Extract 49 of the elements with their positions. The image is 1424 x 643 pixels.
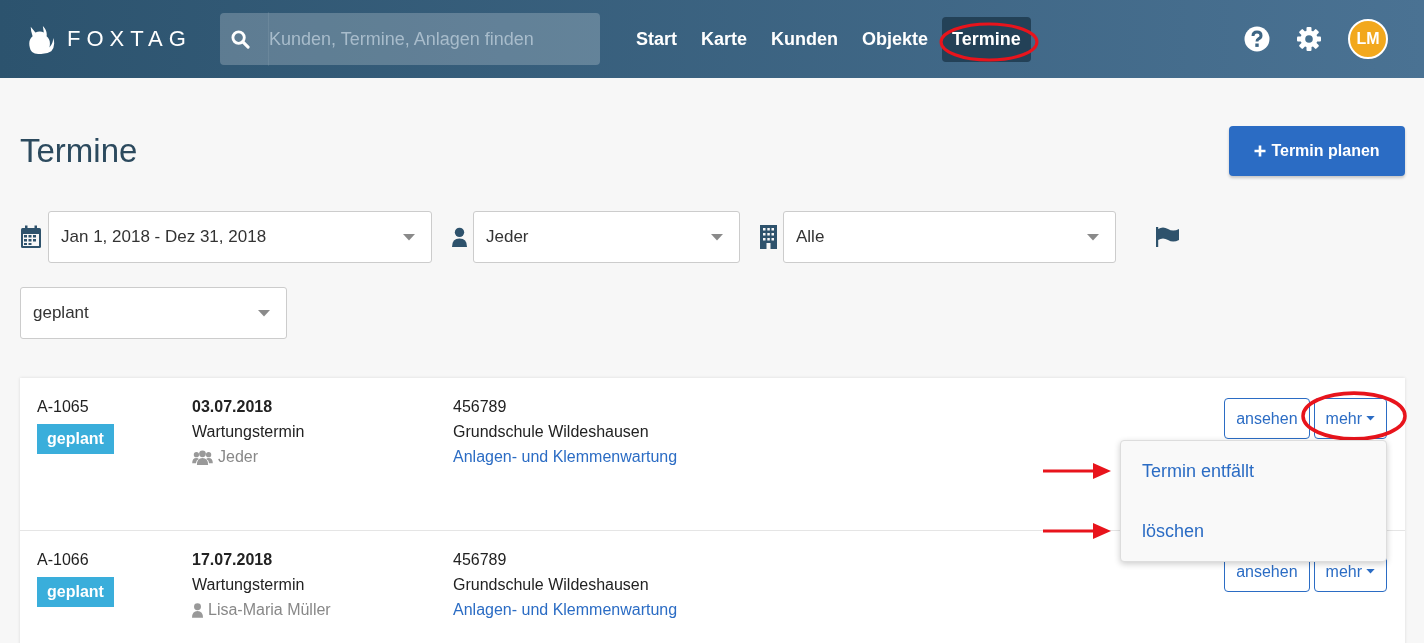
appointment-date: 03.07.2018 — [192, 398, 274, 416]
page-title: Termine — [20, 132, 138, 170]
building-icon — [760, 225, 777, 249]
person-icon — [192, 602, 203, 618]
view-button[interactable]: ansehen — [1224, 398, 1310, 439]
assignee-name: Jeder — [218, 448, 259, 466]
menu-item[interactable]: Termin entfällt — [1142, 460, 1255, 482]
maintenance-link[interactable]: Anlagen- und Klemmenwartung — [453, 601, 678, 619]
object-number: 456789 — [453, 398, 508, 416]
nav-link[interactable]: Karte — [691, 16, 758, 62]
new-appointment-button[interactable]: Termin planen — [1229, 126, 1405, 176]
object-name: Grundschule Wildeshausen — [453, 576, 650, 594]
search-field[interactable]: Kunden, Termine, Anlagen finden — [220, 13, 600, 65]
caret-icon — [1366, 569, 1375, 574]
appointment-id: A-1066 — [37, 551, 89, 569]
nav-link[interactable]: Start — [626, 16, 687, 62]
status-badge: geplant — [37, 577, 114, 607]
plus-icon — [1254, 145, 1267, 157]
annotation-arrow — [1043, 523, 1111, 539]
filter-dropdown[interactable]: Jan 1, 2018 - Dez 31, 2018 — [48, 211, 432, 263]
appointment-type: Wartungstermin — [192, 576, 306, 594]
nav-link[interactable]: Kunden — [761, 16, 849, 62]
caret-icon — [1087, 233, 1099, 241]
person-icon — [452, 226, 467, 248]
appointment-date: 17.07.2018 — [192, 551, 274, 569]
help-icon[interactable] — [1244, 26, 1270, 52]
assignee-name: Lisa-Maria Müller — [208, 601, 331, 619]
flag-icon[interactable] — [1156, 227, 1180, 247]
appointment-id: A-1065 — [37, 398, 89, 416]
caret-icon — [1366, 416, 1375, 421]
status-badge: geplant — [37, 424, 114, 454]
search-icon — [231, 29, 250, 49]
menu-item[interactable]: löschen — [1142, 520, 1205, 542]
group-icon — [192, 449, 213, 465]
filter-dropdown[interactable]: Alle — [783, 211, 1116, 263]
caret-icon — [258, 309, 270, 317]
appointment-type: Wartungstermin — [192, 423, 306, 441]
brand-name: FOXTAG — [67, 26, 192, 52]
caret-icon — [711, 233, 723, 241]
filter-dropdown[interactable]: Jeder — [473, 211, 740, 263]
caret-icon — [403, 233, 415, 241]
filter-dropdown[interactable]: geplant — [20, 287, 287, 339]
annotation-arrow — [1043, 463, 1111, 479]
object-number: 456789 — [453, 551, 508, 569]
calendar-icon — [20, 225, 42, 249]
maintenance-link[interactable]: Anlagen- und Klemmenwartung — [453, 448, 678, 466]
object-name: Grundschule Wildeshausen — [453, 423, 650, 441]
more-button[interactable]: mehr — [1313, 398, 1387, 439]
nav-link[interactable]: Objekte — [852, 16, 939, 62]
